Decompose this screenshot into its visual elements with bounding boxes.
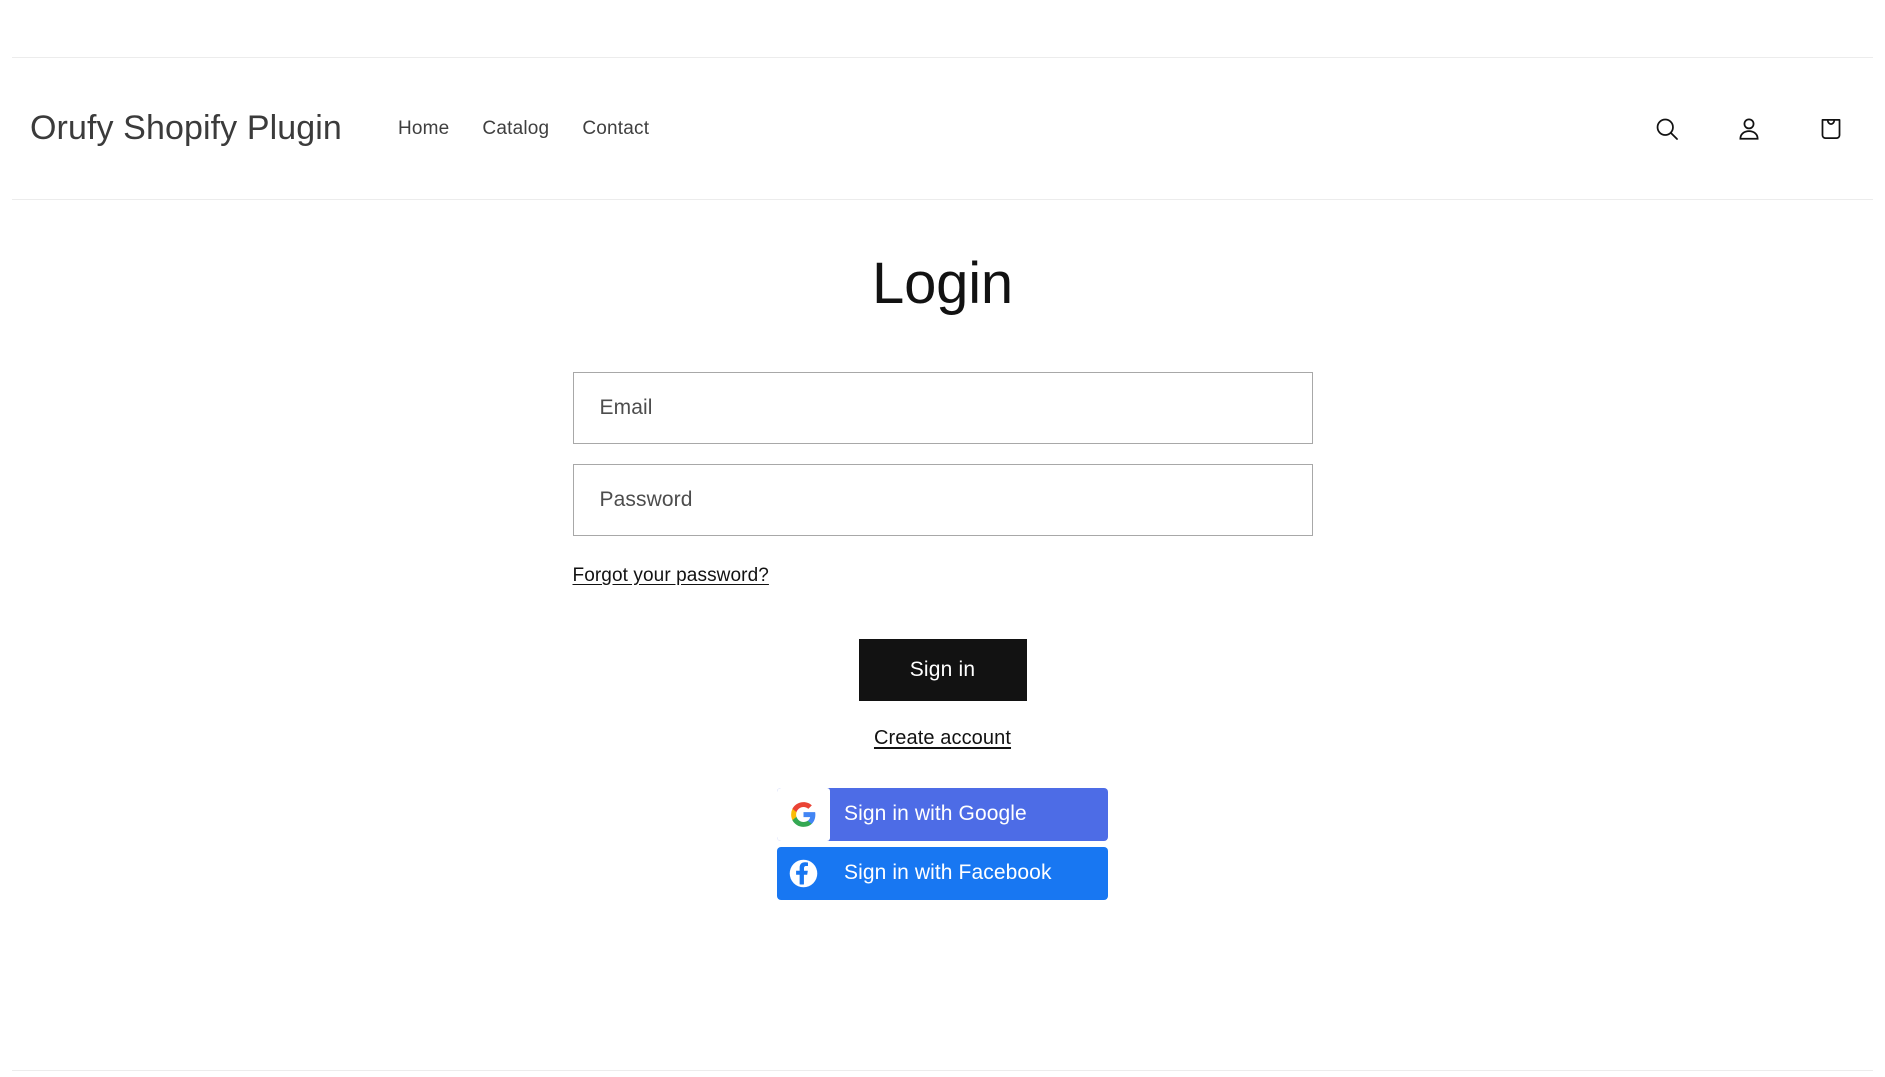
sign-in-with-google-button[interactable]: Sign in with Google bbox=[777, 787, 1108, 841]
facebook-button-label: Sign in with Facebook bbox=[844, 861, 1052, 885]
search-icon[interactable] bbox=[1641, 103, 1693, 155]
page-title: Login bbox=[872, 251, 1013, 316]
facebook-f-icon bbox=[777, 847, 830, 900]
submit-row: Sign in bbox=[573, 638, 1313, 701]
google-g-icon bbox=[777, 787, 830, 841]
page-bottom-divider bbox=[12, 1070, 1873, 1071]
create-account-link[interactable]: Create account bbox=[874, 727, 1011, 750]
create-account-row: Create account bbox=[573, 727, 1313, 750]
forgot-password-link[interactable]: Forgot your password? bbox=[573, 565, 769, 587]
account-icon[interactable] bbox=[1723, 103, 1775, 155]
header-actions bbox=[1641, 103, 1857, 155]
cart-icon[interactable] bbox=[1805, 103, 1857, 155]
email-input[interactable] bbox=[573, 372, 1312, 443]
sign-in-button[interactable]: Sign in bbox=[858, 638, 1027, 701]
announcement-bar bbox=[0, 0, 1885, 58]
login-form: Forgot your password? Sign in Create acc… bbox=[572, 371, 1313, 750]
main-navigation: Home Catalog Contact bbox=[398, 118, 649, 140]
main-content: Login Forgot your password? Sign in Crea… bbox=[0, 200, 1885, 900]
nav-item-home[interactable]: Home bbox=[398, 118, 449, 140]
password-field-wrapper bbox=[572, 463, 1313, 536]
google-button-label: Sign in with Google bbox=[844, 802, 1027, 826]
sign-in-with-facebook-button[interactable]: Sign in with Facebook bbox=[777, 846, 1108, 900]
site-header: Orufy Shopify Plugin Home Catalog Contac… bbox=[0, 58, 1885, 200]
nav-item-catalog[interactable]: Catalog bbox=[482, 118, 549, 140]
nav-item-contact[interactable]: Contact bbox=[582, 118, 649, 140]
social-sign-in-group: Sign in with Google Sign in with Faceboo… bbox=[777, 787, 1108, 900]
email-field-wrapper bbox=[572, 371, 1313, 444]
site-logo[interactable]: Orufy Shopify Plugin bbox=[30, 109, 342, 147]
password-input[interactable] bbox=[573, 464, 1312, 535]
